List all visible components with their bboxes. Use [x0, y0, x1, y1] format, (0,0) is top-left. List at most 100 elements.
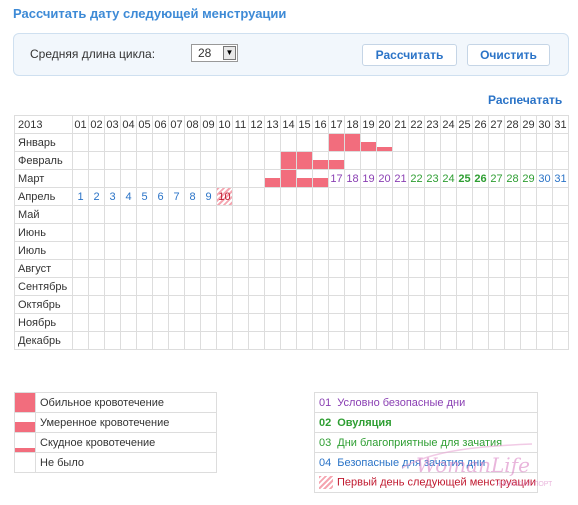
day-cell[interactable]	[264, 169, 281, 188]
day-cell[interactable]	[104, 133, 121, 152]
day-cell[interactable]	[360, 187, 377, 206]
day-cell[interactable]	[200, 169, 217, 188]
day-cell[interactable]	[360, 223, 377, 242]
day-cell[interactable]	[472, 295, 489, 314]
day-cell[interactable]	[248, 277, 265, 296]
day-cell[interactable]	[88, 241, 105, 260]
day-cell[interactable]	[408, 313, 425, 332]
day-cell[interactable]: 28	[504, 169, 521, 188]
day-cell[interactable]	[88, 205, 105, 224]
day-cell[interactable]	[184, 169, 201, 188]
clear-button[interactable]: Очистить	[467, 44, 550, 66]
day-cell[interactable]	[520, 223, 537, 242]
day-cell[interactable]	[552, 241, 569, 260]
day-cell[interactable]	[72, 169, 89, 188]
day-cell[interactable]	[248, 259, 265, 278]
day-cell[interactable]	[520, 295, 537, 314]
day-cell[interactable]	[376, 331, 393, 350]
day-cell[interactable]: 20	[376, 169, 393, 188]
day-cell[interactable]: 23	[424, 169, 441, 188]
day-cell[interactable]: 3	[104, 187, 121, 206]
day-cell[interactable]	[520, 331, 537, 350]
day-cell[interactable]	[312, 187, 329, 206]
day-cell[interactable]	[120, 313, 137, 332]
day-cell[interactable]	[344, 313, 361, 332]
day-cell[interactable]	[360, 277, 377, 296]
day-cell[interactable]	[472, 259, 489, 278]
day-cell[interactable]	[136, 241, 153, 260]
day-cell[interactable]	[120, 259, 137, 278]
day-cell[interactable]	[488, 313, 505, 332]
day-cell[interactable]	[168, 169, 185, 188]
day-cell[interactable]	[280, 133, 297, 152]
day-cell[interactable]	[328, 331, 345, 350]
day-cell[interactable]	[200, 151, 217, 170]
day-cell[interactable]	[456, 133, 473, 152]
day-cell[interactable]	[72, 205, 89, 224]
day-cell[interactable]	[520, 259, 537, 278]
day-cell[interactable]	[392, 205, 409, 224]
day-cell[interactable]	[232, 169, 249, 188]
day-cell[interactable]	[360, 205, 377, 224]
day-cell[interactable]	[472, 133, 489, 152]
day-cell[interactable]	[152, 205, 169, 224]
day-cell[interactable]	[312, 151, 329, 170]
day-cell[interactable]	[264, 295, 281, 314]
day-cell[interactable]	[392, 241, 409, 260]
day-cell[interactable]	[344, 259, 361, 278]
day-cell[interactable]	[456, 187, 473, 206]
day-cell[interactable]	[440, 133, 457, 152]
day-cell[interactable]	[328, 295, 345, 314]
day-cell[interactable]	[200, 205, 217, 224]
day-cell[interactable]	[344, 187, 361, 206]
day-cell[interactable]	[472, 223, 489, 242]
day-cell[interactable]	[200, 295, 217, 314]
day-cell[interactable]	[216, 151, 233, 170]
day-cell[interactable]	[344, 331, 361, 350]
day-cell[interactable]	[424, 295, 441, 314]
day-cell[interactable]	[520, 277, 537, 296]
day-cell[interactable]	[104, 295, 121, 314]
day-cell[interactable]	[408, 133, 425, 152]
day-cell[interactable]	[424, 223, 441, 242]
day-cell[interactable]	[376, 151, 393, 170]
day-cell[interactable]	[312, 277, 329, 296]
day-cell[interactable]	[248, 295, 265, 314]
day-cell[interactable]	[472, 241, 489, 260]
day-cell[interactable]	[536, 223, 553, 242]
day-cell[interactable]	[168, 277, 185, 296]
day-cell[interactable]	[488, 241, 505, 260]
day-cell[interactable]	[200, 241, 217, 260]
day-cell[interactable]: 6	[152, 187, 169, 206]
day-cell[interactable]	[72, 331, 89, 350]
day-cell[interactable]	[200, 133, 217, 152]
day-cell[interactable]	[440, 331, 457, 350]
day-cell[interactable]	[360, 151, 377, 170]
day-cell[interactable]	[152, 259, 169, 278]
day-cell[interactable]	[424, 187, 441, 206]
calculate-button[interactable]: Рассчитать	[362, 44, 457, 66]
day-cell[interactable]	[296, 241, 313, 260]
day-cell[interactable]	[296, 223, 313, 242]
day-cell[interactable]	[552, 331, 569, 350]
day-cell[interactable]	[552, 151, 569, 170]
day-cell[interactable]	[88, 259, 105, 278]
day-cell[interactable]	[280, 241, 297, 260]
day-cell[interactable]	[328, 313, 345, 332]
day-cell[interactable]	[264, 241, 281, 260]
day-cell[interactable]	[248, 241, 265, 260]
day-cell[interactable]	[168, 259, 185, 278]
day-cell[interactable]	[488, 151, 505, 170]
day-cell[interactable]: 8	[184, 187, 201, 206]
day-cell[interactable]	[280, 151, 297, 170]
day-cell[interactable]	[520, 151, 537, 170]
day-cell[interactable]	[248, 133, 265, 152]
day-cell[interactable]: 17	[328, 169, 345, 188]
day-cell[interactable]	[200, 277, 217, 296]
day-cell[interactable]	[184, 295, 201, 314]
day-cell[interactable]	[104, 277, 121, 296]
day-cell[interactable]	[104, 241, 121, 260]
day-cell[interactable]	[392, 313, 409, 332]
day-cell[interactable]	[232, 295, 249, 314]
day-cell[interactable]	[392, 223, 409, 242]
